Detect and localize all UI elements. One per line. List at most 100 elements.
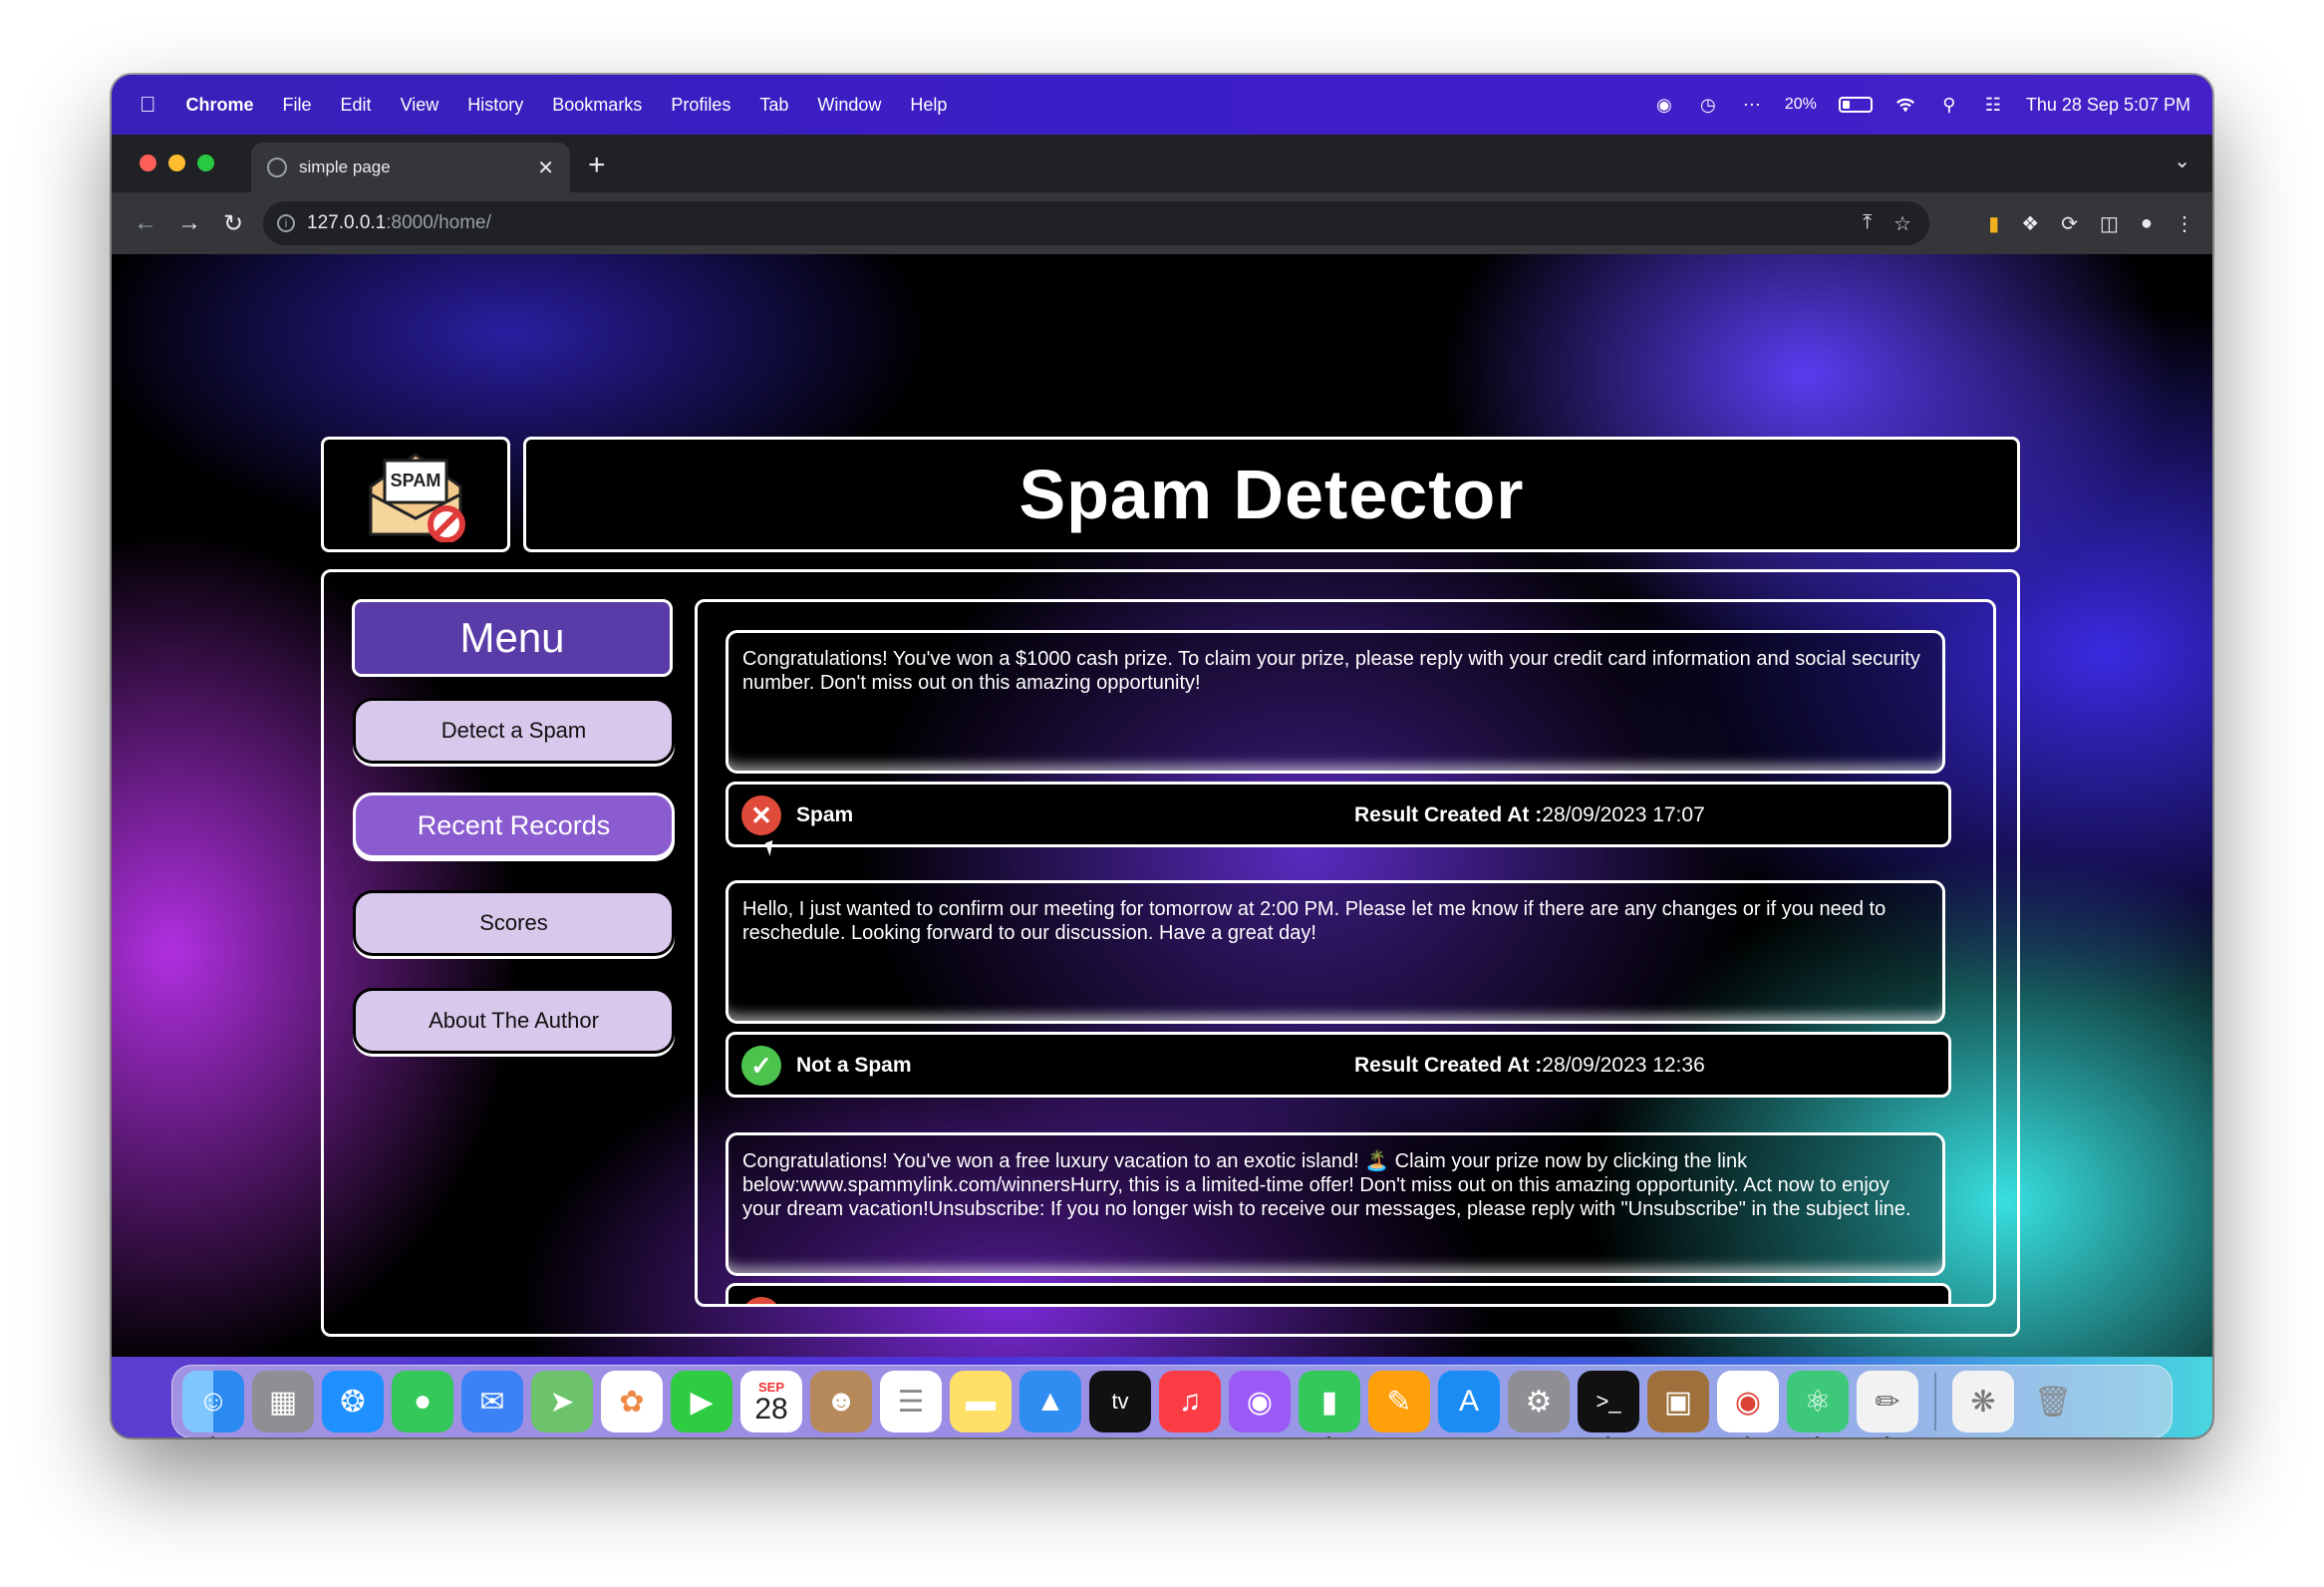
control-center-icon[interactable]: ☷ xyxy=(1982,94,2004,116)
safari-icon[interactable]: ❂ xyxy=(322,1371,384,1432)
puzzle-extensions-icon[interactable]: ❖ xyxy=(2021,211,2039,236)
tv-label: tv xyxy=(1111,1389,1129,1414)
result-created-at: Result Created At :28/09/2023 17:07 xyxy=(1354,803,1705,827)
menubar-clock[interactable]: Thu 28 Sep 5:07 PM xyxy=(2026,95,2190,116)
calendar-day: 28 xyxy=(754,1392,788,1426)
new-tab-button[interactable]: + xyxy=(588,149,606,182)
menubar-profiles[interactable]: Profiles xyxy=(671,95,730,116)
tab-simple-page[interactable]: simple page ✕ xyxy=(251,143,570,192)
wifi-icon[interactable] xyxy=(1894,94,1916,116)
menubar-history[interactable]: History xyxy=(467,95,523,116)
url-host: 127.0.0.1 xyxy=(307,212,387,233)
notes-icon[interactable]: ▬ xyxy=(950,1371,1012,1432)
page-viewport: SPAM Spam Detector Menu Detect a Spam Re… xyxy=(112,254,2212,1357)
browser-window:  Chrome File Edit View History Bookmark… xyxy=(112,75,2212,1437)
x-circle-icon xyxy=(741,1297,781,1304)
title-banner: Spam Detector xyxy=(523,437,2020,552)
tab-title: simple page xyxy=(299,158,391,176)
site-info-icon[interactable]: i xyxy=(277,214,295,232)
menubar-file[interactable]: File xyxy=(283,95,312,116)
created-date: 28/09/2023 12:36 xyxy=(1542,1054,1705,1077)
extensions-area: ▮ ❖ ⟳ ◫ ● ⋮ xyxy=(1988,211,2194,236)
recent-records-button[interactable]: Recent Records xyxy=(353,793,675,858)
menubar-window[interactable]: Window xyxy=(817,95,881,116)
photos-icon[interactable]: ✿ xyxy=(601,1371,663,1432)
numbers-icon[interactable]: ▮ xyxy=(1299,1371,1360,1437)
maps-icon[interactable]: ➤ xyxy=(531,1371,593,1432)
close-tab-icon[interactable]: ✕ xyxy=(537,156,554,180)
record-icon[interactable]: ◉ xyxy=(1653,94,1675,116)
record-result-3 xyxy=(726,1283,1951,1304)
kebab-menu-icon[interactable]: ⋮ xyxy=(2175,211,2194,236)
records-list[interactable]: Congratulations! You've won a $1000 cash… xyxy=(695,599,1996,1307)
downloads-stack-icon[interactable]: ❋ xyxy=(1952,1371,2014,1432)
trash-icon[interactable]: 🗑 xyxy=(2022,1371,2084,1432)
atom-icon[interactable]: ⚛ xyxy=(1787,1371,1849,1437)
dock-area: ☺ ▦ ❂ ● ✉ ➤ ✿ ▶ SEP 28 ☻ ☰ ▬ ▲ tv ♫ ◉ ▮ … xyxy=(112,1357,2212,1437)
apple-icon[interactable]:  xyxy=(140,92,156,118)
record-result-1: ✕ Spam Result Created At :28/09/2023 17:… xyxy=(726,782,1951,856)
terminal-icon[interactable]: >_ xyxy=(1578,1371,1639,1437)
finder-icon[interactable]: ☺ xyxy=(182,1371,244,1437)
address-bar[interactable]: i 127.0.0.1 :8000/home/ ⤒ ☆ xyxy=(263,201,1929,245)
tab-search-chevron-icon[interactable]: ⌄ xyxy=(2174,149,2190,173)
spotlight-search-icon[interactable]: ⚲ xyxy=(1938,94,1960,116)
side-panel-icon[interactable]: ◫ xyxy=(2100,211,2119,236)
record-message-3: Congratulations! You've won a free luxur… xyxy=(726,1132,1945,1276)
messages-icon[interactable]: ● xyxy=(392,1371,453,1432)
package-icon[interactable]: ▣ xyxy=(1647,1371,1709,1432)
record-result-2: ✓ Not a Spam Result Created At :28/09/20… xyxy=(726,1032,1951,1098)
record-message-2: Hello, I just wanted to confirm our meet… xyxy=(726,880,1945,1024)
about-author-button[interactable]: About The Author xyxy=(353,988,675,1054)
apple-tv-icon[interactable]: tv xyxy=(1089,1371,1151,1432)
message-text: Hello, I just wanted to confirm our meet… xyxy=(742,898,1887,944)
pages-icon[interactable]: ✎ xyxy=(1368,1371,1430,1432)
maximize-window-button[interactable] xyxy=(197,155,214,171)
reminders-icon[interactable]: ☰ xyxy=(880,1371,942,1432)
macos-menubar:  Chrome File Edit View History Bookmark… xyxy=(112,75,2212,135)
logo-text: SPAM xyxy=(391,471,441,490)
menubar-edit[interactable]: Edit xyxy=(341,95,372,116)
close-window-button[interactable] xyxy=(140,155,156,171)
launchpad-icon[interactable]: ▦ xyxy=(252,1371,314,1432)
keynote-icon[interactable]: ▲ xyxy=(1019,1371,1081,1432)
menubar-tab[interactable]: Tab xyxy=(759,95,788,116)
app-store-icon[interactable]: A xyxy=(1438,1371,1500,1432)
facetime-icon[interactable]: ▶ xyxy=(671,1371,732,1432)
extension-icon[interactable]: ▮ xyxy=(1988,211,1999,236)
forward-arrow-icon[interactable]: → xyxy=(177,209,201,237)
menubar-view[interactable]: View xyxy=(401,95,439,116)
menu-title: Menu xyxy=(352,599,673,677)
macos-dock: ☺ ▦ ❂ ● ✉ ➤ ✿ ▶ SEP 28 ☻ ☰ ▬ ▲ tv ♫ ◉ ▮ … xyxy=(171,1365,2173,1437)
menubar-app-name[interactable]: Chrome xyxy=(186,95,254,116)
detect-spam-button[interactable]: Detect a Spam xyxy=(353,698,675,764)
bookmark-star-icon[interactable]: ☆ xyxy=(1893,211,1911,236)
podcasts-icon[interactable]: ◉ xyxy=(1229,1371,1291,1432)
mail-icon[interactable]: ✉ xyxy=(461,1371,523,1432)
battery-percent: 20% xyxy=(1784,96,1817,113)
performance-icon[interactable]: ⟳ xyxy=(2061,211,2078,236)
scores-button[interactable]: Scores xyxy=(353,890,675,956)
reload-icon[interactable]: ↻ xyxy=(221,209,245,238)
created-date: 28/09/2023 17:07 xyxy=(1542,803,1705,826)
main-panel: Menu Detect a Spam Recent Records Scores… xyxy=(321,569,2020,1337)
contacts-icon[interactable]: ☻ xyxy=(810,1371,872,1432)
back-arrow-icon[interactable]: ← xyxy=(134,209,157,237)
chrome-icon[interactable]: ◉ xyxy=(1717,1371,1779,1437)
dock-separator xyxy=(1934,1373,1936,1430)
minimize-window-button[interactable] xyxy=(168,155,185,171)
profile-icon[interactable]: ● xyxy=(2141,212,2153,235)
battery-icon[interactable] xyxy=(1838,97,1873,113)
calendar-icon[interactable]: SEP 28 xyxy=(740,1371,802,1432)
mouse-cursor-icon xyxy=(764,840,778,856)
result-label: Not a Spam xyxy=(796,1054,912,1077)
menubar-bookmarks[interactable]: Bookmarks xyxy=(552,95,642,116)
textedit-icon[interactable]: ✏ xyxy=(1857,1371,1918,1437)
check-circle-icon: ✓ xyxy=(741,1046,781,1086)
menubar-help[interactable]: Help xyxy=(910,95,947,116)
music-icon[interactable]: ♫ xyxy=(1159,1371,1221,1432)
system-settings-icon[interactable]: ⚙ xyxy=(1508,1371,1570,1432)
share-icon[interactable]: ⤒ xyxy=(1863,211,1872,236)
time-machine-icon[interactable]: ◷ xyxy=(1697,94,1719,116)
focus-icon[interactable]: ⋯ xyxy=(1741,94,1763,116)
